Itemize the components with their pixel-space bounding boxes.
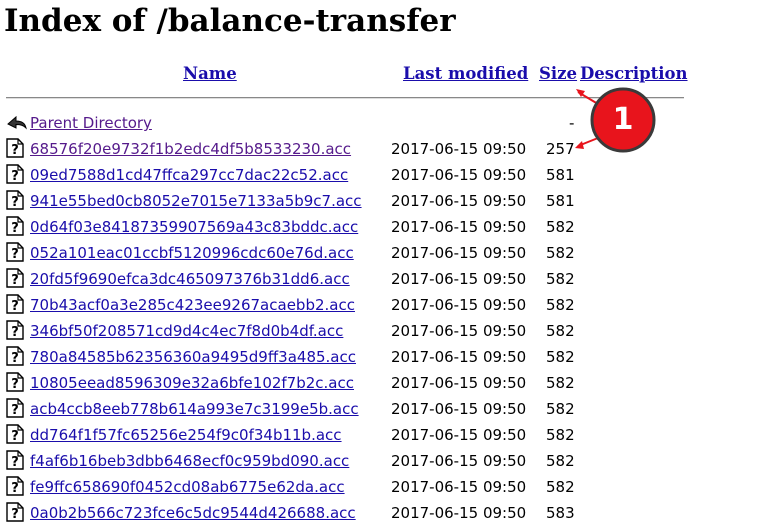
arrow-head-lower (575, 141, 584, 149)
annotation-arrows (575, 89, 599, 149)
annotation-badge-label: 1 (612, 102, 634, 137)
